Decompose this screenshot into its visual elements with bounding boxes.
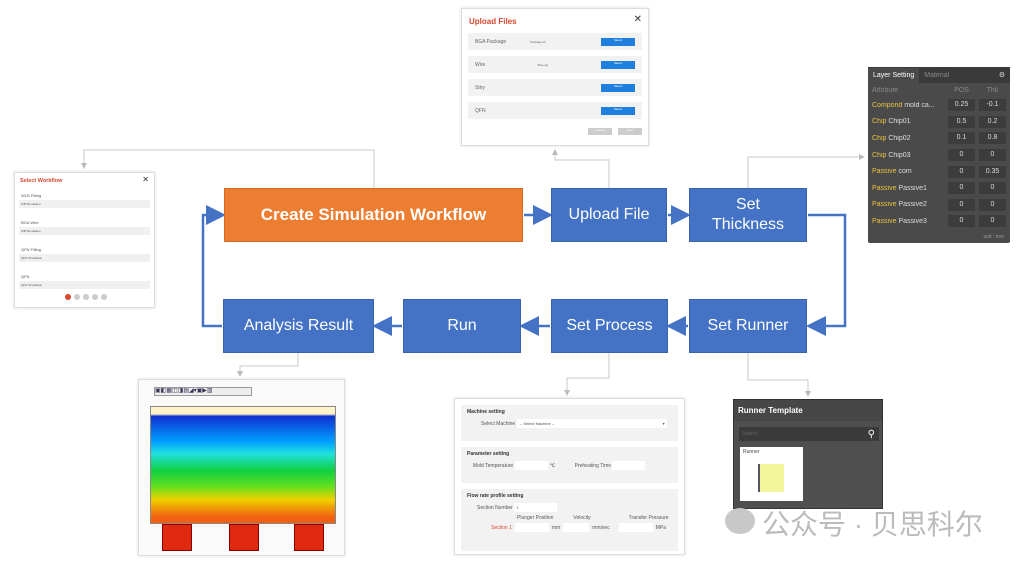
thk-input[interactable]: 0	[979, 182, 1006, 195]
result-toolbar[interactable]: ▣◧▦◫◨▤◢▾▣▶▥	[154, 387, 252, 396]
workflow-item[interactable]: WLB Filling WB Simulation	[19, 191, 150, 218]
search-icon[interactable]: ⚲	[868, 429, 875, 440]
upload-files-panel: Upload Files ✕ BGA Package Package.stl Sel…	[461, 8, 649, 146]
step-analysis-result[interactable]: Analysis Result	[223, 299, 374, 353]
layer-row[interactable]: Chip Chip02 0.1 0.8	[868, 130, 1010, 147]
thk-input[interactable]: 0	[979, 198, 1006, 211]
select-button[interactable]: Select	[601, 106, 635, 115]
panel-title: Upload Files	[469, 17, 517, 26]
close-icon[interactable]: ✕	[142, 175, 149, 184]
thk-input[interactable]: -0.1	[979, 99, 1006, 112]
panel-title: Select Workflow	[20, 178, 63, 184]
layer-setting-panel: Layer Setting Material ⚙ Attribute POS Thk…	[868, 67, 1010, 243]
thk-input[interactable]: 0.35	[979, 165, 1006, 178]
process-panel: Machine setting Select Machine -- Select…	[454, 398, 685, 555]
plunger-position-input[interactable]	[514, 523, 549, 532]
thk-input[interactable]: 0	[979, 149, 1006, 162]
cancel-button[interactable]: Cancel	[588, 128, 612, 135]
runner-template-panel: Runner Template Search ⚲ Runner	[733, 399, 883, 509]
watermark: 公众号 · 贝思科尔	[762, 509, 983, 540]
layer-row[interactable]: Passive com 0 0.35	[868, 163, 1010, 180]
pos-input[interactable]: 0.1	[948, 132, 975, 145]
pos-input[interactable]: 0.25	[948, 99, 975, 112]
step-upload-file[interactable]: Upload File	[551, 188, 667, 242]
fill-contour	[150, 406, 336, 524]
layer-row[interactable]: Chip Chip01 0.5 0.2	[868, 114, 1010, 131]
layer-row[interactable]: Passive Passive2 0 0	[868, 197, 1010, 214]
close-icon[interactable]: ✕	[634, 14, 642, 25]
gear-icon[interactable]: ⚙	[999, 71, 1005, 79]
pos-input[interactable]: 0	[948, 182, 975, 195]
step-set-thickness[interactable]: Set Thickness	[689, 188, 807, 242]
pos-input[interactable]: 0	[948, 149, 975, 162]
pos-input[interactable]: 0	[948, 165, 975, 178]
step-set-runner[interactable]: Set Runner	[689, 299, 807, 353]
step-set-process[interactable]: Set Process	[551, 299, 668, 353]
pos-input[interactable]: 0.5	[948, 115, 975, 128]
analysis-result-image: ▣◧▦◫◨▤◢▾▣▶▥	[138, 379, 345, 556]
mold-temperature-input[interactable]	[514, 461, 548, 470]
layer-row[interactable]: Passive Passive3 0 0	[868, 213, 1010, 230]
layer-row[interactable]: Passive Passive1 0 0	[868, 180, 1010, 197]
workflow-item[interactable]: QFN Filling QFN Simulation	[19, 245, 150, 272]
arrow-thickness-runner	[806, 213, 847, 336]
wechat-icon	[725, 508, 755, 534]
select-button[interactable]: Select	[601, 37, 635, 46]
layer-row[interactable]: Compond mold ca... 0.25 -0.1	[868, 97, 1010, 114]
select-workflow-panel: Select Workflow ✕ WLB Filling WB Simulati…	[14, 172, 155, 308]
pagination[interactable]	[65, 294, 107, 300]
step-run[interactable]: Run	[403, 299, 521, 353]
pos-input[interactable]: 0	[948, 198, 975, 211]
velocity-input[interactable]	[563, 523, 590, 532]
select-button[interactable]: Select	[601, 83, 635, 92]
select-machine-dropdown[interactable]: -- Select Machine -- ▾	[516, 419, 667, 428]
workflow-item[interactable]: BGA Wire WB Simulation	[19, 218, 150, 245]
thk-input[interactable]: 0.8	[979, 132, 1006, 145]
tab-material[interactable]: Material	[919, 68, 954, 83]
layer-row[interactable]: Chip Chip03 0 0	[868, 147, 1010, 164]
preheating-time-input[interactable]	[612, 461, 646, 470]
transfer-pressure-input[interactable]	[618, 523, 653, 532]
runner-card[interactable]: Runner	[740, 447, 803, 501]
pos-input[interactable]: 0	[948, 215, 975, 228]
tab-layer-setting[interactable]: Layer Setting	[868, 67, 920, 83]
arrow-analysis-create	[201, 205, 226, 328]
select-button[interactable]: Select	[601, 60, 635, 69]
search-input[interactable]: Search ⚲	[739, 427, 879, 441]
section-number-input[interactable]: 1	[514, 503, 558, 512]
step-create-simulation-workflow[interactable]: Create Simulation Workflow	[224, 188, 523, 242]
next-button[interactable]: Next	[618, 128, 642, 135]
thk-input[interactable]: 0	[979, 215, 1006, 228]
thk-input[interactable]: 0.2	[979, 115, 1006, 128]
